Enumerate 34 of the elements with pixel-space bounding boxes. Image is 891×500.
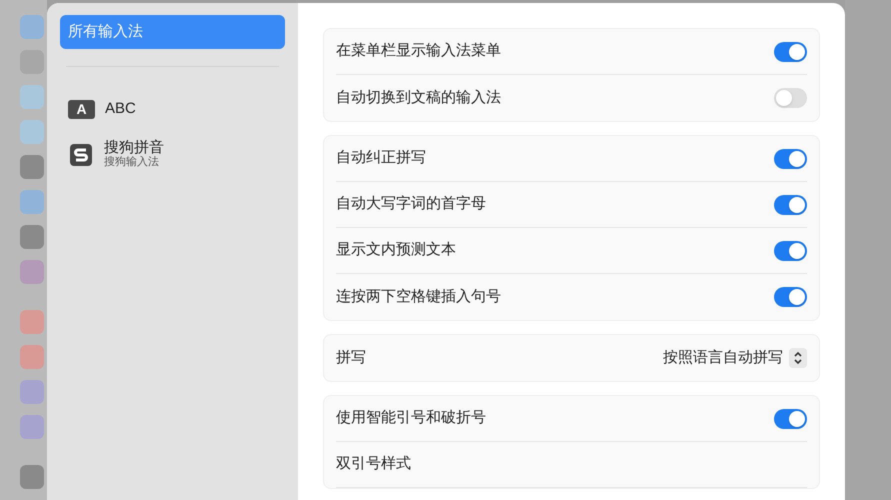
setting-label: 自动纠正拼写 [336,148,426,168]
category-icon [20,15,44,39]
toggle-switch[interactable] [774,42,807,62]
category-icon [20,345,44,369]
toggle-switch[interactable] [774,88,807,108]
item-sublabel: 搜狗输入法 [104,155,160,169]
setting-label: 显示文内预测文本 [336,240,456,260]
category-icon [20,85,44,109]
keyboard-letter-icon: A [68,100,95,118]
setting-label: 双引号样式 [336,454,411,474]
category-icon [20,155,44,179]
category-icon [20,225,44,249]
setting-label: 使用智能引号和破折号 [336,408,486,428]
category-icon [20,465,44,489]
item-label: 搜狗拼音 [104,141,164,155]
sidebar-item[interactable]: 搜狗拼音 搜狗输入法 [60,137,285,173]
category-icon [20,260,44,284]
toggle-switch[interactable] [774,148,807,168]
setting-label: 自动切换到文稿的输入法 [336,88,501,108]
setting-label: 拼写 [336,348,366,368]
setting-label: 自动大写字词的首字母 [336,194,486,214]
setting-label: 连按两下空格键插入句号 [336,286,501,307]
chevron-updown-icon [793,351,803,365]
category-icon [20,190,44,214]
toggle-switch[interactable] [774,408,807,428]
setting-label: 在菜单栏显示输入法菜单 [336,41,501,62]
toggle-switch[interactable] [774,194,807,214]
toggle-switch[interactable] [774,287,807,307]
toggle-switch[interactable] [774,240,807,260]
category-icon [20,120,44,144]
spelling-popup[interactable]: 按照语言自动拼写 [663,346,807,370]
category-icon [20,310,44,334]
s-logo-icon [70,144,92,166]
sidebar-item[interactable]: A ABC [60,91,285,127]
